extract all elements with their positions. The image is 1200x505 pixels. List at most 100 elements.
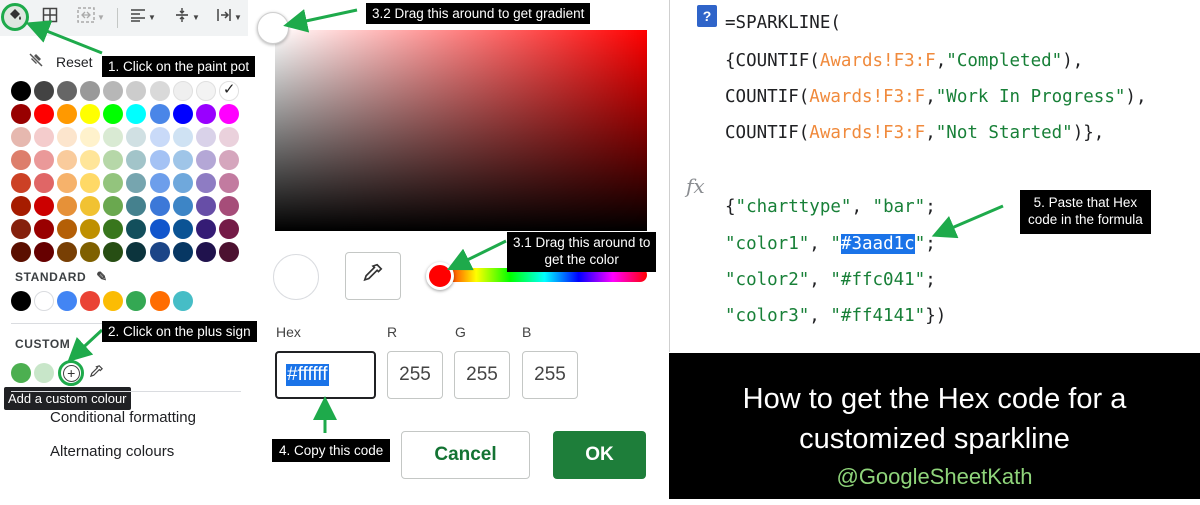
saturation-gradient[interactable]: [275, 30, 647, 231]
standard-colour-swatch[interactable]: [11, 291, 31, 311]
colour-swatch[interactable]: [172, 219, 193, 239]
colour-swatch[interactable]: [80, 127, 101, 147]
hex-input[interactable]: #ffffff: [275, 351, 376, 399]
colour-swatch[interactable]: [218, 173, 239, 193]
hue-slider-handle[interactable]: [426, 262, 454, 290]
colour-swatch[interactable]: [80, 104, 101, 124]
standard-colour-swatch[interactable]: [80, 291, 101, 311]
colour-swatch[interactable]: [149, 196, 170, 216]
colour-swatch[interactable]: [149, 127, 170, 147]
colour-swatch[interactable]: [126, 127, 147, 147]
eyedropper-button[interactable]: [345, 252, 401, 300]
b-input[interactable]: 255: [522, 351, 578, 399]
colour-swatch[interactable]: [195, 242, 216, 262]
colour-swatch[interactable]: [126, 173, 147, 193]
colour-swatch[interactable]: [57, 219, 78, 239]
colour-swatch[interactable]: [34, 242, 55, 262]
ok-button[interactable]: OK: [553, 431, 646, 479]
colour-swatch[interactable]: [103, 196, 124, 216]
colour-swatch[interactable]: [218, 127, 239, 147]
colour-swatch[interactable]: [11, 196, 31, 216]
colour-swatch[interactable]: [34, 173, 55, 193]
colour-swatch[interactable]: [34, 196, 55, 216]
colour-swatch[interactable]: [11, 127, 31, 147]
colour-swatch[interactable]: [11, 219, 31, 239]
colour-swatch[interactable]: [149, 81, 170, 101]
colour-swatch[interactable]: [57, 173, 78, 193]
colour-swatch[interactable]: [57, 127, 78, 147]
colour-swatch[interactable]: [149, 104, 170, 124]
standard-colour-swatch[interactable]: [103, 291, 124, 311]
reset-button[interactable]: Reset: [28, 52, 93, 71]
help-icon[interactable]: ?: [697, 5, 717, 27]
colour-swatch[interactable]: [80, 219, 101, 239]
standard-colour-swatch[interactable]: [149, 291, 170, 311]
colour-swatch[interactable]: [126, 242, 147, 262]
colour-swatch[interactable]: [103, 127, 124, 147]
colour-swatch[interactable]: [126, 196, 147, 216]
colour-swatch[interactable]: [218, 150, 239, 170]
colour-swatch[interactable]: [103, 242, 124, 262]
colour-swatch[interactable]: [103, 150, 124, 170]
colour-swatch[interactable]: [80, 173, 101, 193]
pencil-icon[interactable]: ✎: [96, 269, 108, 285]
colour-swatch[interactable]: [126, 150, 147, 170]
custom-colour-swatch[interactable]: [34, 363, 55, 383]
colour-swatch[interactable]: [218, 219, 239, 239]
colour-swatch[interactable]: [80, 150, 101, 170]
colour-swatch[interactable]: [218, 196, 239, 216]
colour-swatch[interactable]: [195, 104, 216, 124]
colour-swatch[interactable]: [103, 104, 124, 124]
colour-swatch[interactable]: [34, 81, 55, 101]
colour-swatch[interactable]: [126, 81, 147, 101]
colour-swatch[interactable]: [34, 104, 55, 124]
menu-item-alternating-colours[interactable]: Alternating colours: [50, 443, 174, 460]
colour-swatch[interactable]: [195, 81, 216, 101]
colour-swatch[interactable]: [103, 219, 124, 239]
colour-swatch[interactable]: [103, 173, 124, 193]
colour-swatch[interactable]: [57, 104, 78, 124]
colour-swatch[interactable]: [126, 219, 147, 239]
colour-swatch[interactable]: [34, 219, 55, 239]
colour-swatch[interactable]: [11, 242, 31, 262]
colour-swatch[interactable]: [11, 150, 31, 170]
colour-swatch[interactable]: [149, 173, 170, 193]
standard-colour-swatch[interactable]: [126, 291, 147, 311]
colour-swatch[interactable]: [80, 196, 101, 216]
standard-colour-swatch[interactable]: [34, 291, 55, 311]
colour-swatch[interactable]: [218, 242, 239, 262]
colour-swatch[interactable]: [172, 242, 193, 262]
standard-colour-swatch[interactable]: [57, 291, 78, 311]
g-input[interactable]: 255: [454, 351, 510, 399]
colour-swatch[interactable]: [195, 150, 216, 170]
borders-button[interactable]: [38, 3, 62, 31]
colour-swatch[interactable]: [103, 81, 124, 101]
colour-swatch[interactable]: [34, 127, 55, 147]
colour-swatch[interactable]: [11, 104, 31, 124]
colour-swatch[interactable]: [11, 81, 31, 101]
menu-item-conditional-formatting[interactable]: Conditional formatting: [50, 409, 196, 426]
colour-swatch[interactable]: [195, 173, 216, 193]
colour-swatch[interactable]: [218, 104, 239, 124]
colour-swatch[interactable]: [172, 150, 193, 170]
colour-swatch[interactable]: [11, 173, 31, 193]
colour-swatch[interactable]: [172, 127, 193, 147]
colour-swatch[interactable]: [57, 196, 78, 216]
gradient-handle[interactable]: [257, 12, 289, 44]
merge-cells-button[interactable]: ▼: [72, 3, 110, 31]
standard-colour-swatch[interactable]: [172, 291, 193, 311]
colour-swatch[interactable]: [57, 242, 78, 262]
colour-swatch[interactable]: [195, 196, 216, 216]
cancel-button[interactable]: Cancel: [401, 431, 530, 479]
colour-swatch[interactable]: [34, 150, 55, 170]
colour-swatch[interactable]: [172, 196, 193, 216]
custom-colour-swatch[interactable]: [11, 363, 31, 383]
colour-swatch[interactable]: [149, 150, 170, 170]
colour-swatch[interactable]: [195, 127, 216, 147]
text-wrap-button[interactable]: ▼: [210, 3, 248, 31]
colour-swatch[interactable]: [195, 219, 216, 239]
r-input[interactable]: 255: [387, 351, 443, 399]
colour-swatch[interactable]: [80, 242, 101, 262]
colour-swatch[interactable]: [57, 150, 78, 170]
colour-swatch[interactable]: [80, 81, 101, 101]
